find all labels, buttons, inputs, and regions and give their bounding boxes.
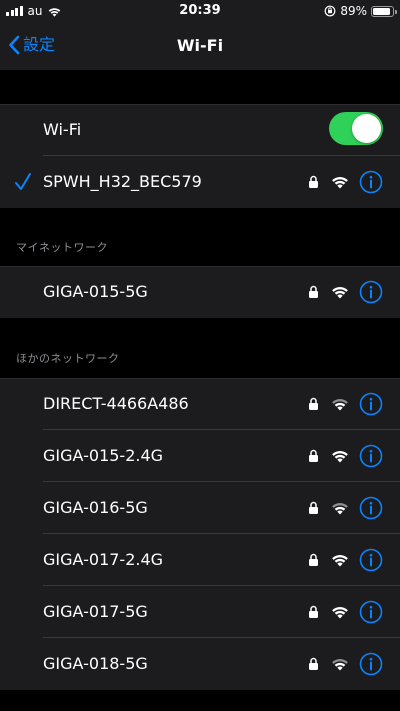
network-name: GIGA-017-2.4G bbox=[43, 550, 164, 569]
info-icon[interactable] bbox=[359, 600, 383, 624]
other-networks-header: ほかのネットワーク bbox=[16, 352, 120, 365]
info-icon[interactable] bbox=[359, 652, 383, 676]
network-row[interactable]: GIGA-017-2.4G bbox=[0, 534, 400, 586]
orientation-lock-icon bbox=[324, 5, 336, 17]
network-name: GIGA-016-5G bbox=[43, 498, 148, 517]
info-icon[interactable] bbox=[359, 496, 383, 520]
nav-bar: 設定 Wi-Fi bbox=[0, 22, 400, 70]
connected-network-row[interactable]: SPWH_H32_BEC579 bbox=[0, 156, 400, 208]
wifi-toggle-label: Wi-Fi bbox=[43, 120, 82, 139]
lock-icon bbox=[309, 285, 318, 298]
network-row[interactable]: GIGA-016-5G bbox=[0, 482, 400, 534]
wifi-main-group: Wi-Fi SPWH_H32_BEC579 bbox=[0, 104, 400, 208]
network-name: GIGA-015-5G bbox=[43, 282, 148, 301]
lock-icon bbox=[309, 553, 318, 566]
lock-icon bbox=[309, 501, 318, 514]
network-name: DIRECT-4466A486 bbox=[43, 394, 189, 413]
wifi-signal-weak-icon bbox=[332, 659, 348, 671]
lock-icon bbox=[309, 449, 318, 462]
network-row[interactable]: GIGA-015-5G bbox=[0, 266, 400, 318]
my-networks-group: GIGA-015-5G bbox=[0, 266, 400, 318]
wifi-signal-full-icon bbox=[332, 287, 348, 299]
checkmark-icon bbox=[15, 173, 31, 190]
info-icon[interactable] bbox=[359, 392, 383, 416]
toggle-knob bbox=[352, 114, 381, 143]
info-icon[interactable] bbox=[359, 548, 383, 572]
wifi-signal-full-icon bbox=[332, 177, 348, 189]
wifi-toggle-switch[interactable] bbox=[329, 112, 383, 145]
lock-icon bbox=[309, 605, 318, 618]
network-row[interactable]: GIGA-017-5G bbox=[0, 586, 400, 638]
my-networks-header: マイネットワーク bbox=[16, 241, 108, 254]
lock-icon bbox=[309, 397, 318, 410]
connected-network-name: SPWH_H32_BEC579 bbox=[43, 172, 202, 191]
wifi-signal-full-icon bbox=[332, 451, 348, 463]
network-name: GIGA-015-2.4G bbox=[43, 446, 164, 465]
wifi-signal-weak-icon bbox=[332, 503, 348, 515]
battery-percent: 89% bbox=[340, 4, 367, 18]
status-right: 89% bbox=[324, 4, 397, 18]
wifi-signal-full-icon bbox=[332, 555, 348, 567]
wifi-signal-weak-icon bbox=[332, 399, 348, 411]
network-name: GIGA-017-5G bbox=[43, 602, 148, 621]
wifi-toggle-row: Wi-Fi bbox=[0, 104, 400, 156]
page-title: Wi-Fi bbox=[176, 36, 224, 55]
info-icon[interactable] bbox=[359, 444, 383, 468]
info-icon[interactable] bbox=[359, 170, 383, 194]
info-icon[interactable] bbox=[359, 280, 383, 304]
lock-icon bbox=[309, 175, 318, 188]
status-bar: au 20:39 89% bbox=[0, 0, 400, 22]
wifi-signal-full-icon bbox=[332, 607, 348, 619]
lock-icon bbox=[309, 657, 318, 670]
other-networks-group: DIRECT-4466A486 GIGA-015-2.4G GIGA-016-5G G… bbox=[0, 378, 400, 690]
battery-icon bbox=[371, 5, 397, 17]
network-row[interactable]: DIRECT-4466A486 bbox=[0, 378, 400, 430]
network-name: GIGA-018-5G bbox=[43, 654, 148, 673]
network-row[interactable]: GIGA-015-2.4G bbox=[0, 430, 400, 482]
network-row[interactable]: GIGA-018-5G bbox=[0, 638, 400, 690]
